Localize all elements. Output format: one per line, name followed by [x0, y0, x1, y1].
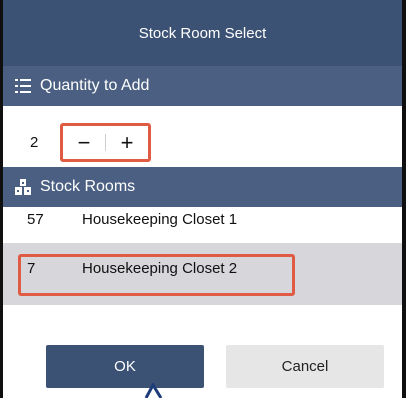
dialog-title: Stock Room Select [138, 24, 267, 42]
quantity-stepper[interactable]: − + [60, 123, 151, 162]
room-number: 57 [27, 211, 44, 228]
quantity-section-title: Quantity to Add [40, 77, 150, 94]
quantity-section-header: Quantity to Add [3, 66, 402, 106]
increment-button[interactable]: + [106, 126, 148, 159]
room-number: 7 [27, 260, 36, 277]
quantity-value: 2 [30, 134, 39, 151]
stock-room-select-dialog: Stock Room Select Quantity to Add 2 − + [0, 0, 406, 398]
list-item[interactable]: 57 Housekeeping Closet 1 [3, 207, 402, 237]
cancel-button[interactable]: Cancel [226, 345, 384, 388]
room-name: Housekeeping Closet 2 [82, 260, 238, 277]
stock-rooms-list: 57 Housekeeping Closet 1 7 Housekeeping … [3, 207, 402, 327]
right-edge [402, 0, 406, 398]
list-item-selected[interactable]: 7 Housekeeping Closet 2 [3, 243, 402, 305]
quantity-row: 2 − + [3, 106, 402, 167]
dialog-title-bar: Stock Room Select [3, 0, 402, 66]
building-icon [14, 178, 32, 196]
room-name: Housekeeping Closet 1 [82, 211, 238, 228]
stock-rooms-section-title: Stock Rooms [40, 178, 136, 195]
list-icon [14, 77, 32, 95]
stock-rooms-section-header: Stock Rooms [3, 167, 402, 207]
pointer-icon [144, 383, 163, 398]
ok-button[interactable]: OK [46, 345, 204, 388]
decrement-button[interactable]: − [63, 126, 105, 159]
